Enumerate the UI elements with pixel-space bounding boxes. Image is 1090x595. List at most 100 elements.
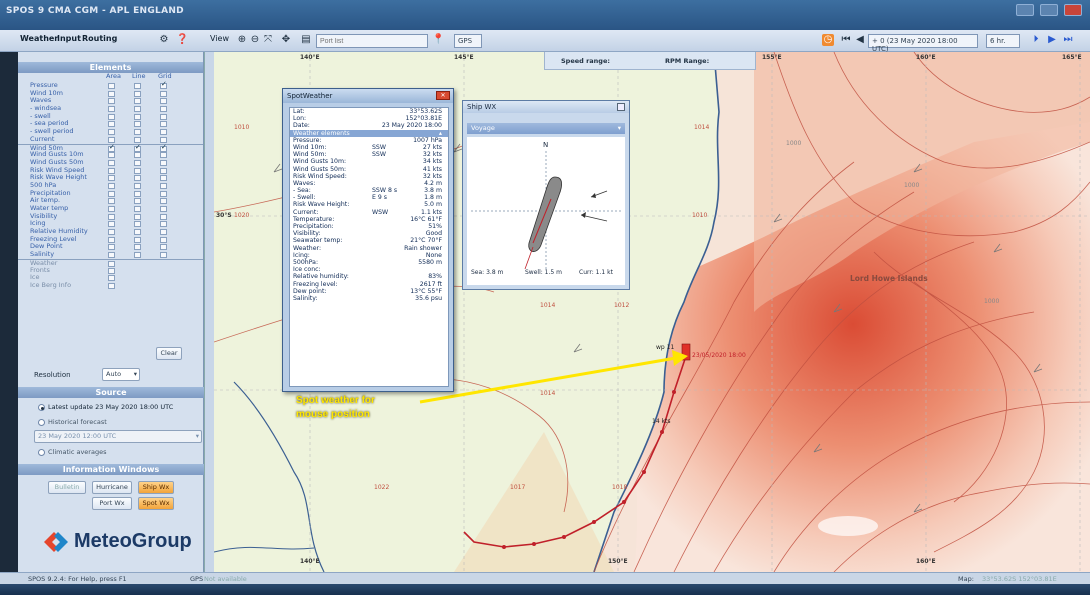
status-map-value: 33°53.62S 152°03.81E xyxy=(982,575,1057,583)
weather-row-direction: SSW xyxy=(372,151,386,159)
weather-row: Wind Gusts 10m: 34 kts xyxy=(290,158,448,165)
weather-row: Ice conc: xyxy=(290,266,448,273)
spot-weather-title: SpotWeather xyxy=(283,89,453,103)
ship-wx-compass: N Sea: 3.8 m Swell: 1.5 m Curr: 1.1 kt xyxy=(467,137,625,285)
weather-row: Seawater temp: 21°C 70°F xyxy=(290,237,448,244)
weather-row-value: 21°C 70°F xyxy=(410,237,442,245)
weather-row: Weather: Rain shower xyxy=(290,245,448,252)
weather-row-label: Dew point: xyxy=(293,287,327,295)
annotation-line-2: mouse position xyxy=(296,409,370,420)
weather-row-value: 34 kts xyxy=(422,158,442,166)
weather-row-label: Wind 10m: xyxy=(293,143,327,151)
weather-row-value: 1007 hPa xyxy=(413,136,442,144)
weather-row-value: 3.8 m xyxy=(424,187,442,195)
taskbar xyxy=(0,584,1090,595)
date-row: Date: 23 May 2020 18:00 xyxy=(290,122,448,129)
weather-row: Temperature: 16°C 61°F xyxy=(290,216,448,223)
weather-row-label: - Sea: xyxy=(293,187,311,195)
weather-row-value: 5.0 m xyxy=(424,201,442,209)
weather-elements-list: Pressure: 1007 hPa Wind 10m: SSW 27 kts Wind … xyxy=(290,137,448,302)
weather-row-label: Freezing level: xyxy=(293,280,338,288)
weather-row-value: 1.8 m xyxy=(424,194,442,202)
date-value: 23 May 2020 18:00 xyxy=(381,122,442,130)
weather-row-value: 51% xyxy=(428,223,442,230)
weather-row-label: Visibility: xyxy=(293,230,321,238)
annotation-line-1: Spot weather for xyxy=(296,395,375,406)
status-bar: SPOS 9.2.4: For Help, press F1 GPS Not a… xyxy=(0,572,1090,584)
weather-row-label: Risk Wind Speed: xyxy=(293,172,347,180)
weather-row-label: 500hPa: xyxy=(293,258,319,266)
weather-row-direction: WSW xyxy=(372,208,389,216)
annotation-text: Spot weather for mouse position xyxy=(296,394,375,422)
weather-row-value: 32 kts xyxy=(422,172,442,180)
date-label: Date: xyxy=(293,122,310,130)
weather-row-value: Rain shower xyxy=(404,244,442,252)
weather-row-label: Seawater temp: xyxy=(293,237,343,245)
weather-row: Wind Gusts 50m: 41 kts xyxy=(290,166,448,173)
weather-row-label: Wind Gusts 10m: xyxy=(293,158,347,166)
status-gps-value: Not available xyxy=(204,575,247,583)
weather-row-value: 2617 ft xyxy=(419,280,442,288)
weather-row-label: Waves: xyxy=(293,179,316,187)
close-icon[interactable]: ✕ xyxy=(436,91,450,100)
weather-elements-header[interactable]: Weather elements ▴ xyxy=(290,129,448,137)
weather-row-label: - Swell: xyxy=(293,194,316,202)
weather-row: Waves: 4.2 m xyxy=(290,180,448,187)
weather-elements-label: Weather elements xyxy=(293,129,350,137)
weather-row: Salinity: 35.6 psu xyxy=(290,295,448,302)
weather-row-value: 27 kts xyxy=(422,143,442,151)
weather-row: Wind 50m: SSW 32 kts xyxy=(290,151,448,158)
current-value: Curr: 1.1 kt xyxy=(579,269,613,276)
weather-row-direction: SSW xyxy=(372,143,386,151)
weather-row-label: Current: xyxy=(293,208,319,216)
weather-row-label: Risk Wave Height: xyxy=(293,201,350,209)
weather-row-label: Salinity: xyxy=(293,294,318,302)
weather-row-value: 13°C 55°F xyxy=(410,287,442,295)
weather-row-value: 32 kts xyxy=(422,151,442,159)
weather-row-label: Icing: xyxy=(293,251,310,259)
weather-row-label: Relative humidity: xyxy=(293,273,349,281)
weather-row-value: 83% xyxy=(428,273,442,281)
weather-row-label: Pressure: xyxy=(293,136,322,144)
weather-row-direction: SSW 8 s xyxy=(372,187,398,195)
weather-row: Risk Wind Speed: 32 kts xyxy=(290,173,448,180)
chevron-up-icon: ▴ xyxy=(438,129,442,137)
weather-row-label: Weather: xyxy=(293,244,322,252)
status-gps-label: GPS xyxy=(190,575,204,583)
close-icon[interactable] xyxy=(617,103,625,111)
weather-row: Dew point: 13°C 55°F xyxy=(290,288,448,295)
status-map-label: Map: xyxy=(958,575,974,583)
weather-row-label: Wind Gusts 50m: xyxy=(293,165,347,173)
weather-row: Wind 10m: SSW 27 kts xyxy=(290,144,448,151)
weather-row-value: 5580 m xyxy=(418,258,442,266)
sea-value: Sea: 3.8 m xyxy=(471,269,504,276)
weather-row: Risk Wave Height: 5.0 m xyxy=(290,201,448,208)
weather-row-label: Wind 50m: xyxy=(293,151,327,159)
weather-row: 500hPa: 5580 m xyxy=(290,259,448,266)
weather-row: Relative humidity: 83% xyxy=(290,273,448,280)
lon-label: Lon: xyxy=(293,115,307,123)
lat-label: Lat: xyxy=(293,108,305,115)
weather-row: Icing: None xyxy=(290,252,448,259)
swell-value: Swell: 1.5 m xyxy=(525,269,562,276)
weather-row-value: 1.1 kts xyxy=(420,208,442,216)
weather-row: - Swell: E 9 s 1.8 m xyxy=(290,194,448,201)
weather-row-label: Temperature: xyxy=(293,215,335,223)
weather-row: Freezing level: 2617 ft xyxy=(290,281,448,288)
weather-row-value: 16°C 61°F xyxy=(410,215,442,223)
chevron-down-icon: ▾ xyxy=(617,124,621,132)
weather-row: - Sea: SSW 8 s 3.8 m xyxy=(290,187,448,194)
compass-icon xyxy=(471,151,621,271)
voyage-select[interactable]: Voyage ▾ xyxy=(467,123,625,134)
lon-value: 152°03.81E xyxy=(405,115,442,123)
weather-row-value: 4.2 m xyxy=(424,179,442,187)
ship-wx-window[interactable]: Ship WX Voyage ▾ N Sea: 3.8 m Swell: 1.5… xyxy=(462,100,630,290)
spot-weather-window[interactable]: SpotWeather ✕ Lat: 33°53.62S Lon: 152°03.8… xyxy=(282,88,454,392)
voyage-value: Voyage xyxy=(471,124,495,132)
status-help-text: SPOS 9.2.4: For Help, press F1 xyxy=(28,575,127,583)
weather-row: Current: WSW 1.1 kts xyxy=(290,209,448,216)
weather-row-value: 35.6 psu xyxy=(415,294,442,302)
weather-row-label: Ice conc: xyxy=(293,266,321,274)
weather-row-value: None xyxy=(425,251,442,259)
spot-weather-body: Lat: 33°53.62S Lon: 152°03.81E Date: 23 May… xyxy=(289,107,449,387)
